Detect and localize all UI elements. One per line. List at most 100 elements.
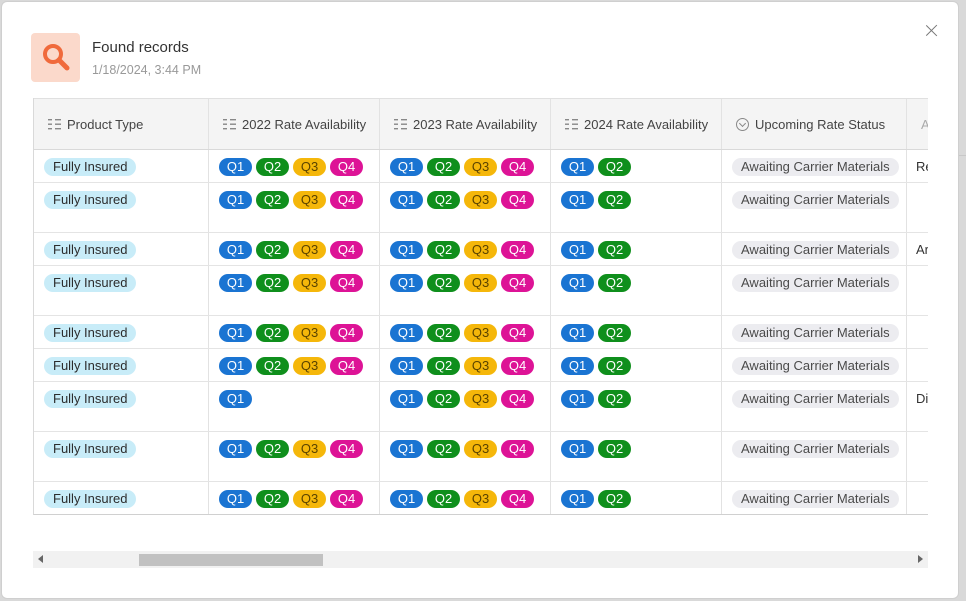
table-row[interactable]: Fully Insured Q1 Q2 Q3 Q4 Q1 Q2 Q3 Q4 Q1 Q2 Awaitin… (34, 432, 928, 482)
scroll-left-arrow-icon[interactable] (38, 555, 43, 563)
horizontal-scrollbar[interactable] (33, 551, 928, 568)
rate-2022-cell[interactable]: Q1 Q2 Q3 Q4 (209, 150, 380, 182)
column-header-2022-rate-availability[interactable]: 2022 Rate Availability (209, 99, 380, 149)
column-header-upcoming-rate-status[interactable]: Upcoming Rate Status (722, 99, 907, 149)
found-records-dialog: Found records 1/18/2024, 3:44 PM Product… (1, 1, 959, 599)
quarter-tag-q2: Q2 (598, 440, 631, 458)
dialog-timestamp: 1/18/2024, 3:44 PM (92, 63, 202, 77)
extra-cell[interactable] (907, 316, 928, 348)
column-header-a[interactable]: A (907, 99, 928, 149)
extra-cell[interactable] (907, 266, 928, 315)
quarter-tag-q1: Q1 (219, 274, 252, 292)
rate-2022-cell[interactable]: Q1 Q2 Q3 Q4 (209, 266, 380, 315)
rate-2022-cell[interactable]: Q1 Q2 Q3 Q4 (209, 432, 380, 481)
rate-2024-cell[interactable]: Q1 Q2 (551, 349, 722, 381)
quarter-tag-q4: Q4 (501, 324, 534, 342)
table-row[interactable]: Fully Insured Q1 Q1 Q2 Q3 Q4 Q1 Q2 Awaiting Carr… (34, 382, 928, 432)
status-cell[interactable]: Awaiting Carrier Materials (722, 316, 907, 348)
quarter-tag-q1: Q1 (219, 158, 252, 176)
status-cell[interactable]: Awaiting Carrier Materials (722, 266, 907, 315)
column-header-label: Product Type (67, 116, 144, 132)
rate-2024-cell[interactable]: Q1 Q2 (551, 432, 722, 481)
status-cell[interactable]: Awaiting Carrier Materials (722, 482, 907, 514)
table-row[interactable]: Fully Insured Q1 Q2 Q3 Q4 Q1 Q2 Q3 Q4 Q1 Q2 Awaitin… (34, 183, 928, 233)
status-cell[interactable]: Awaiting Carrier Materials (722, 150, 907, 182)
product-type-cell[interactable]: Fully Insured (34, 482, 209, 514)
close-icon[interactable] (922, 21, 942, 41)
extra-cell[interactable] (907, 432, 928, 481)
quarter-tag-q1: Q1 (390, 357, 423, 375)
quarter-tag-q4: Q4 (330, 440, 363, 458)
extra-cell[interactable]: Di (907, 382, 928, 431)
rate-2024-cell[interactable]: Q1 Q2 (551, 382, 722, 431)
status-cell[interactable]: Awaiting Carrier Materials (722, 349, 907, 381)
table-row[interactable]: Fully Insured Q1 Q2 Q3 Q4 Q1 Q2 Q3 Q4 Q1 Q2 Awaitin… (34, 266, 928, 316)
rate-2023-cell[interactable]: Q1 Q2 Q3 Q4 (380, 183, 551, 232)
rate-2024-cell[interactable]: Q1 Q2 (551, 316, 722, 348)
status-cell[interactable]: Awaiting Carrier Materials (722, 432, 907, 481)
scrollbar-thumb[interactable] (139, 554, 323, 566)
dialog-title: Found records (92, 39, 189, 56)
rate-2023-cell[interactable]: Q1 Q2 Q3 Q4 (380, 316, 551, 348)
status-cell[interactable]: Awaiting Carrier Materials (722, 382, 907, 431)
rate-2022-cell[interactable]: Q1 (209, 382, 380, 431)
table-row[interactable]: Fully Insured Q1 Q2 Q3 Q4 Q1 Q2 Q3 Q4 Q1 Q2 Awaitin… (34, 233, 928, 266)
quarter-tag-q3: Q3 (464, 390, 497, 408)
column-header-label: 2024 Rate Availability (584, 116, 709, 132)
status-tag: Awaiting Carrier Materials (732, 191, 899, 209)
quarter-tag-q4: Q4 (501, 440, 534, 458)
rate-2023-cell[interactable]: Q1 Q2 Q3 Q4 (380, 349, 551, 381)
rate-2023-cell[interactable]: Q1 Q2 Q3 Q4 (380, 482, 551, 514)
grid-field-icon (48, 118, 67, 130)
quarter-tag-q2: Q2 (256, 440, 289, 458)
quarter-tag-q1: Q1 (219, 357, 252, 375)
product-type-cell[interactable]: Fully Insured (34, 382, 209, 431)
extra-cell[interactable] (907, 183, 928, 232)
product-type-cell[interactable]: Fully Insured (34, 150, 209, 182)
table-row[interactable]: Fully Insured Q1 Q2 Q3 Q4 Q1 Q2 Q3 Q4 Q1 Q2 Awaitin… (34, 316, 928, 349)
rate-2024-cell[interactable]: Q1 Q2 (551, 482, 722, 514)
rate-2022-cell[interactable]: Q1 Q2 Q3 Q4 (209, 233, 380, 265)
extra-cell[interactable]: Re (907, 150, 928, 182)
product-type-cell[interactable]: Fully Insured (34, 349, 209, 381)
product-type-cell[interactable]: Fully Insured (34, 432, 209, 481)
extra-cell[interactable] (907, 482, 928, 514)
rate-2023-cell[interactable]: Q1 Q2 Q3 Q4 (380, 266, 551, 315)
rate-2024-cell[interactable]: Q1 Q2 (551, 266, 722, 315)
column-header-product-type[interactable]: Product Type (34, 99, 209, 149)
column-header-2024-rate-availability[interactable]: 2024 Rate Availability (551, 99, 722, 149)
records-grid: Product Type 2022 Rate Availability 2023 R… (33, 98, 928, 515)
quarter-tag-q1: Q1 (561, 440, 594, 458)
quarter-tag-q4: Q4 (330, 274, 363, 292)
rate-2023-cell[interactable]: Q1 Q2 Q3 Q4 (380, 233, 551, 265)
product-type-cell[interactable]: Fully Insured (34, 266, 209, 315)
product-type-cell[interactable]: Fully Insured (34, 316, 209, 348)
rate-2022-cell[interactable]: Q1 Q2 Q3 Q4 (209, 183, 380, 232)
rate-2022-cell[interactable]: Q1 Q2 Q3 Q4 (209, 349, 380, 381)
extra-cell-text: Di (916, 391, 928, 406)
quarter-tag-q3: Q3 (293, 274, 326, 292)
rate-2024-cell[interactable]: Q1 Q2 (551, 233, 722, 265)
rate-2022-cell[interactable]: Q1 Q2 Q3 Q4 (209, 316, 380, 348)
quarter-tag-q1: Q1 (390, 390, 423, 408)
scroll-right-arrow-icon[interactable] (918, 555, 923, 563)
extra-cell[interactable]: Ar (907, 233, 928, 265)
product-type-cell[interactable]: Fully Insured (34, 233, 209, 265)
rate-2024-cell[interactable]: Q1 Q2 (551, 183, 722, 232)
table-row[interactable]: Fully Insured Q1 Q2 Q3 Q4 Q1 Q2 Q3 Q4 Q1 Q2 Awaitin… (34, 349, 928, 382)
extra-cell[interactable] (907, 349, 928, 381)
column-header-2023-rate-availability[interactable]: 2023 Rate Availability (380, 99, 551, 149)
quarter-tag-q3: Q3 (293, 241, 326, 259)
table-row[interactable]: Fully Insured Q1 Q2 Q3 Q4 Q1 Q2 Q3 Q4 Q1 Q2 Awaitin… (34, 150, 928, 183)
quarter-tag-q2: Q2 (598, 158, 631, 176)
rate-2023-cell[interactable]: Q1 Q2 Q3 Q4 (380, 382, 551, 431)
rate-2023-cell[interactable]: Q1 Q2 Q3 Q4 (380, 432, 551, 481)
rate-2022-cell[interactable]: Q1 Q2 Q3 Q4 (209, 482, 380, 514)
rate-2024-cell[interactable]: Q1 Q2 (551, 150, 722, 182)
quarter-tag-q2: Q2 (598, 490, 631, 508)
rate-2023-cell[interactable]: Q1 Q2 Q3 Q4 (380, 150, 551, 182)
status-cell[interactable]: Awaiting Carrier Materials (722, 183, 907, 232)
table-row[interactable]: Fully Insured Q1 Q2 Q3 Q4 Q1 Q2 Q3 Q4 Q1 Q2 Awaitin… (34, 482, 928, 514)
product-type-cell[interactable]: Fully Insured (34, 183, 209, 232)
status-cell[interactable]: Awaiting Carrier Materials (722, 233, 907, 265)
